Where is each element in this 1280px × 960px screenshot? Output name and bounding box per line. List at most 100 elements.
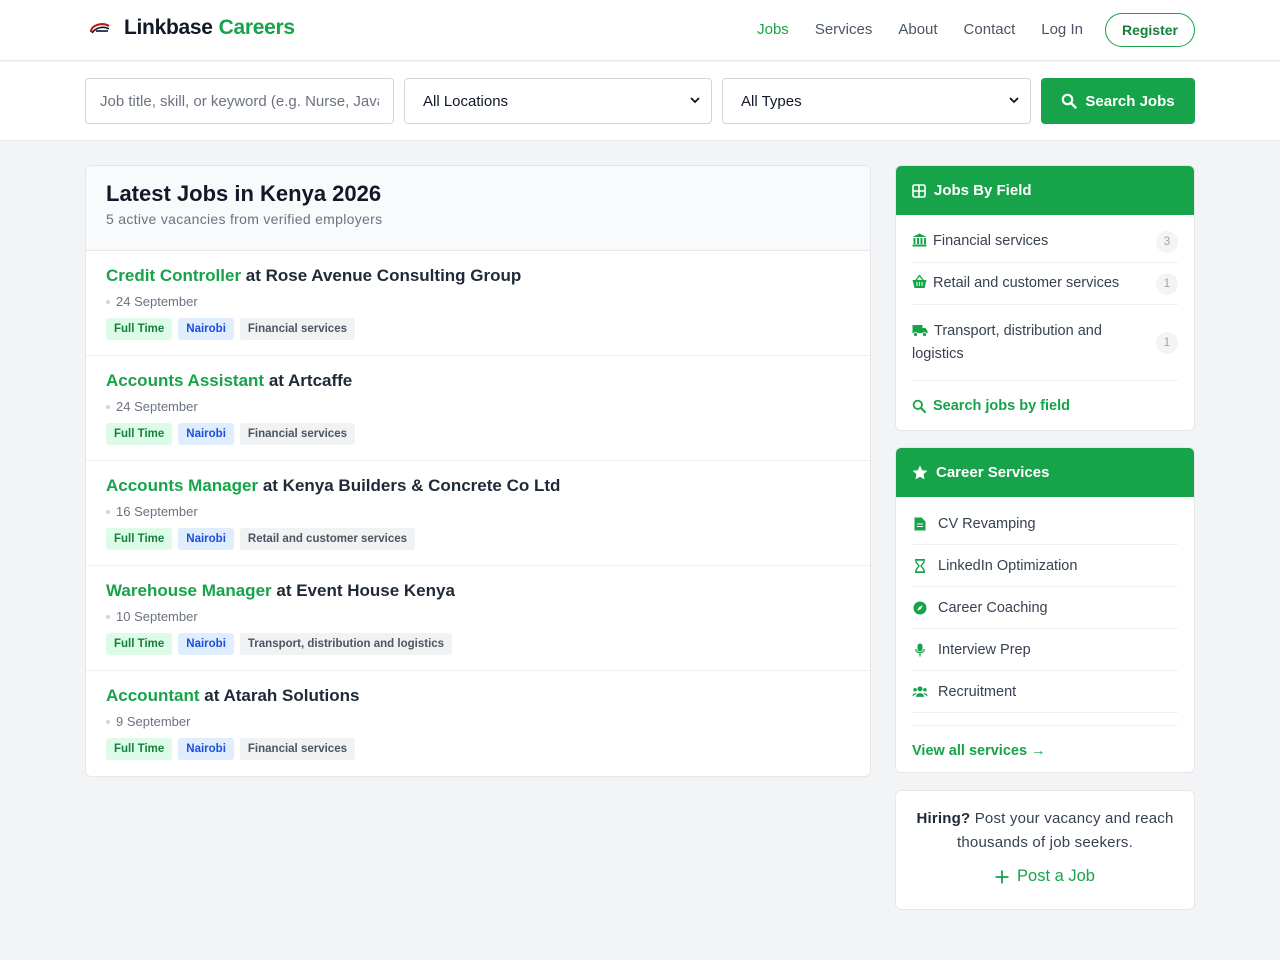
field-item-financial[interactable]: Financial services 3 bbox=[912, 221, 1178, 263]
bullet-icon bbox=[106, 299, 110, 304]
view-all-services-label: View all services → bbox=[912, 743, 1046, 759]
job-list-card: Latest Jobs in Kenya 2026 5 active vacan… bbox=[85, 165, 871, 777]
bullet-icon bbox=[106, 509, 110, 514]
field-label: Transport, distribution and logistics bbox=[912, 322, 1102, 362]
career-services-title: Career Services bbox=[936, 464, 1050, 481]
job-company: at Event House Kenya bbox=[276, 581, 455, 600]
search-jobs-button[interactable]: Search Jobs bbox=[1041, 78, 1195, 124]
job-date: 24 September bbox=[116, 399, 198, 414]
search-jobs-by-field-link[interactable]: Search jobs by field bbox=[896, 398, 1194, 414]
field-item-transport[interactable]: Transport, distribution and logistics 1 bbox=[912, 305, 1178, 381]
nav-about[interactable]: About bbox=[898, 13, 937, 47]
job-company: at Artcaffe bbox=[268, 371, 353, 390]
service-item-interview[interactable]: Interview Prep bbox=[912, 629, 1178, 671]
grid-icon bbox=[912, 183, 926, 198]
nav-services[interactable]: Services bbox=[815, 13, 873, 47]
plus-icon bbox=[995, 870, 1009, 883]
hourglass-icon bbox=[915, 558, 925, 573]
jobs-by-field-header: Jobs By Field bbox=[896, 166, 1194, 215]
job-title-link[interactable]: Accounts Assistant bbox=[106, 371, 264, 390]
job-field-badge: Financial services bbox=[239, 423, 355, 445]
field-count-badge: 3 bbox=[1156, 230, 1178, 253]
logo-icon bbox=[88, 16, 112, 40]
hiring-text: Hiring? Post your vacancy and reach thou… bbox=[916, 810, 1174, 851]
main-nav: Jobs Services About Contact Log In Regis… bbox=[731, 13, 1195, 47]
service-item-linkedin[interactable]: LinkedIn Optimization bbox=[912, 545, 1178, 587]
job-item: Accounts Manager at Kenya Builders & Con… bbox=[86, 461, 870, 566]
field-count-badge: 1 bbox=[1156, 272, 1178, 295]
job-field-badge: Financial services bbox=[239, 738, 355, 760]
field-label: Financial services bbox=[933, 233, 1049, 249]
bullet-icon bbox=[106, 404, 110, 409]
brand[interactable]: Linkbase Careers bbox=[88, 16, 295, 40]
view-all-services-link[interactable]: View all services → bbox=[896, 743, 1194, 759]
jobs-by-field-title: Jobs By Field bbox=[934, 182, 1032, 199]
job-item: Credit Controller at Rose Avenue Consult… bbox=[86, 251, 870, 356]
service-item-coaching[interactable]: Career Coaching bbox=[912, 587, 1178, 629]
document-icon bbox=[914, 517, 926, 530]
microphone-icon bbox=[915, 643, 925, 656]
field-label: Retail and customer services bbox=[933, 275, 1120, 291]
service-label: LinkedIn Optimization bbox=[938, 557, 1078, 574]
job-type-badge: Full Time bbox=[106, 318, 173, 340]
job-item: Accountant at Atarah Solutions 9 Septemb… bbox=[86, 671, 870, 776]
job-field-badge: Retail and customer services bbox=[239, 528, 416, 550]
compass-icon bbox=[913, 601, 927, 614]
type-select-value: All Types bbox=[741, 92, 802, 110]
job-title-link[interactable]: Accountant bbox=[106, 686, 200, 705]
star-icon bbox=[912, 465, 928, 480]
service-item-recruitment[interactable]: Recruitment bbox=[912, 671, 1178, 713]
nav-contact[interactable]: Contact bbox=[964, 13, 1016, 47]
nav-login[interactable]: Log In bbox=[1041, 13, 1083, 47]
jobs-by-field-card: Jobs By Field Financial services 3 Retai… bbox=[895, 165, 1195, 431]
job-title-link[interactable]: Warehouse Manager bbox=[106, 581, 272, 600]
job-location-badge: Nairobi bbox=[178, 423, 234, 445]
basket-icon bbox=[912, 274, 927, 288]
search-bar: All Locations All Types Search Jobs bbox=[0, 62, 1280, 141]
job-list-header: Latest Jobs in Kenya 2026 5 active vacan… bbox=[86, 166, 870, 251]
search-icon bbox=[1062, 93, 1078, 109]
location-select-value: All Locations bbox=[423, 92, 509, 110]
job-date: 9 September bbox=[116, 714, 191, 729]
job-location-badge: Nairobi bbox=[178, 738, 234, 760]
job-type-badge: Full Time bbox=[106, 528, 173, 550]
job-location-badge: Nairobi bbox=[178, 528, 234, 550]
service-label: Recruitment bbox=[938, 683, 1017, 700]
job-type-badge: Full Time bbox=[106, 423, 173, 445]
search-jobs-by-field-label: Search jobs by field bbox=[933, 398, 1070, 414]
users-icon bbox=[912, 686, 928, 697]
field-count-badge: 1 bbox=[1156, 331, 1178, 354]
page-subtitle: 5 active vacancies from verified employe… bbox=[106, 211, 383, 227]
job-company: at Atarah Solutions bbox=[204, 686, 360, 705]
bank-icon bbox=[912, 233, 927, 247]
job-company: at Kenya Builders & Concrete Co Ltd bbox=[262, 476, 561, 495]
location-select[interactable]: All Locations bbox=[404, 78, 712, 124]
post-job-button[interactable]: Post a Job bbox=[995, 867, 1095, 886]
job-title-link[interactable]: Credit Controller bbox=[106, 266, 241, 285]
type-select[interactable]: All Types bbox=[722, 78, 1031, 124]
job-company: at Rose Avenue Consulting Group bbox=[245, 266, 522, 285]
page-title: Latest Jobs in Kenya 2026 bbox=[106, 181, 382, 206]
service-item-cv[interactable]: CV Revamping bbox=[912, 503, 1178, 545]
chevron-down-icon bbox=[1009, 97, 1019, 104]
job-type-badge: Full Time bbox=[106, 738, 173, 760]
register-button[interactable]: Register bbox=[1104, 13, 1195, 47]
service-label: Career Coaching bbox=[938, 599, 1048, 616]
job-location-badge: Nairobi bbox=[178, 633, 234, 655]
hiring-card: Hiring? Post your vacancy and reach thou… bbox=[895, 790, 1195, 910]
career-services-header: Career Services bbox=[896, 448, 1194, 497]
career-services-card: Career Services CV Revamping LinkedIn Op… bbox=[895, 447, 1195, 773]
job-location-badge: Nairobi bbox=[178, 318, 234, 340]
service-label: Interview Prep bbox=[938, 641, 1031, 658]
keyword-input[interactable] bbox=[85, 78, 394, 124]
field-item-retail[interactable]: Retail and customer services 1 bbox=[912, 263, 1178, 305]
search-jobs-label: Search Jobs bbox=[1085, 92, 1175, 110]
bullet-icon bbox=[106, 614, 110, 619]
nav-jobs[interactable]: Jobs bbox=[757, 13, 789, 47]
chevron-down-icon bbox=[690, 97, 700, 104]
job-title-link[interactable]: Accounts Manager bbox=[106, 476, 258, 495]
search-icon bbox=[912, 399, 926, 413]
job-field-badge: Transport, distribution and logistics bbox=[239, 633, 453, 655]
service-label: CV Revamping bbox=[938, 515, 1036, 532]
job-item: Warehouse Manager at Event House Kenya 1… bbox=[86, 566, 870, 671]
